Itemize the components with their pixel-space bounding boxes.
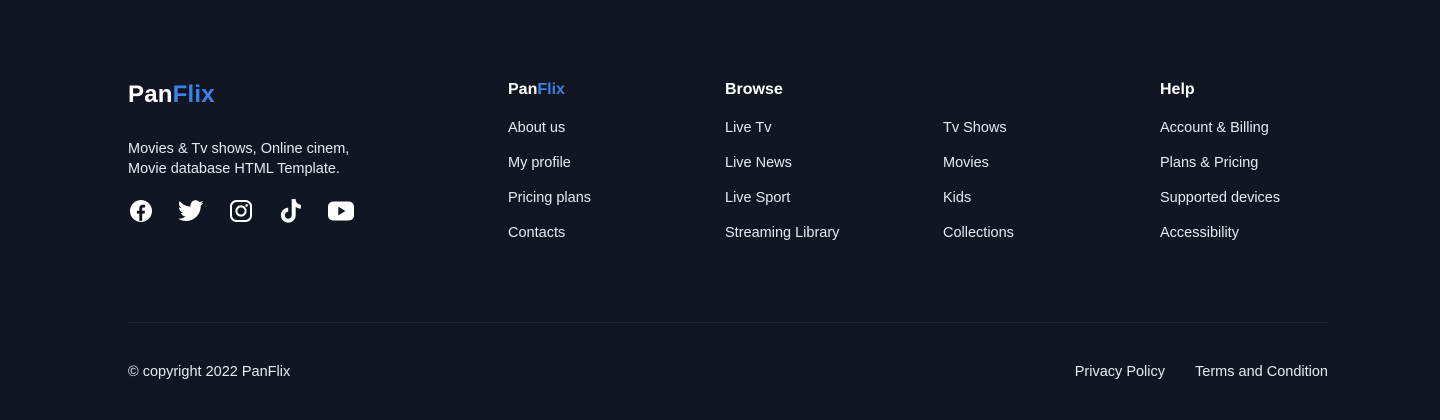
- brand-description: Movies & Tv shows, Online cinem, Movie d…: [128, 141, 350, 177]
- link-contacts[interactable]: Contacts: [508, 223, 591, 243]
- link-plans-pricing[interactable]: Plans & Pricing: [1160, 153, 1280, 173]
- site-footer: PanFlix Movies & Tv shows, Online cinem,…: [0, 0, 1440, 420]
- tiktok-icon: [280, 199, 301, 223]
- footer-column-browse: Browse Live Tv Live News Live Sport Stre…: [725, 80, 839, 258]
- column-title-flix: Flix: [537, 81, 565, 98]
- column-title-pan: Pan: [508, 81, 538, 98]
- link-tv-shows[interactable]: Tv Shows: [943, 118, 1014, 138]
- link-movies[interactable]: Movies: [943, 153, 1014, 173]
- link-collections[interactable]: Collections: [943, 223, 1014, 243]
- link-live-tv[interactable]: Live Tv: [725, 118, 839, 138]
- link-about-us[interactable]: About us: [508, 118, 591, 138]
- link-account-billing[interactable]: Account & Billing: [1160, 118, 1280, 138]
- facebook-link[interactable]: [128, 198, 154, 224]
- youtube-icon: [328, 201, 354, 221]
- social-links: [128, 198, 354, 224]
- instagram-link[interactable]: [228, 198, 254, 224]
- link-streaming-library[interactable]: Streaming Library: [725, 223, 839, 243]
- instagram-icon: [230, 200, 252, 222]
- link-list: About us My profile Pricing plans Contac…: [508, 118, 591, 243]
- twitter-link[interactable]: [178, 198, 204, 224]
- footer-divider: [128, 322, 1328, 323]
- link-my-profile[interactable]: My profile: [508, 153, 591, 173]
- footer-column-browse-more: Tv Shows Movies Kids Collections: [943, 80, 1014, 258]
- footer-column-help: Help Account & Billing Plans & Pricing S…: [1160, 80, 1280, 258]
- terms-condition-link[interactable]: Terms and Condition: [1195, 362, 1328, 382]
- link-list: Account & Billing Plans & Pricing Suppor…: [1160, 118, 1280, 243]
- link-pricing-plans[interactable]: Pricing plans: [508, 188, 591, 208]
- link-live-sport[interactable]: Live Sport: [725, 188, 839, 208]
- link-list: Tv Shows Movies Kids Collections: [943, 118, 1014, 243]
- legal-links: Privacy Policy Terms and Condition: [1075, 362, 1328, 382]
- privacy-policy-link[interactable]: Privacy Policy: [1075, 362, 1165, 382]
- logo-text-pan: Pan: [128, 81, 173, 108]
- link-live-news[interactable]: Live News: [725, 153, 839, 173]
- link-supported-devices[interactable]: Supported devices: [1160, 188, 1280, 208]
- column-title-panflix: PanFlix: [508, 80, 591, 100]
- link-accessibility[interactable]: Accessibility: [1160, 223, 1280, 243]
- footer-logo[interactable]: PanFlix: [128, 80, 215, 110]
- column-title-help: Help: [1160, 81, 1195, 98]
- tiktok-link[interactable]: [278, 198, 304, 224]
- twitter-icon: [178, 200, 204, 221]
- footer-column-panflix: PanFlix About us My profile Pricing plan…: [508, 80, 591, 258]
- column-title-spacer: [943, 80, 1014, 100]
- link-list: Live Tv Live News Live Sport Streaming L…: [725, 118, 839, 243]
- facebook-icon: [130, 200, 152, 222]
- logo-text-flix: Flix: [172, 81, 215, 108]
- link-kids[interactable]: Kids: [943, 188, 1014, 208]
- youtube-link[interactable]: [328, 198, 354, 224]
- column-title-browse: Browse: [725, 81, 783, 98]
- copyright-text: © copyright 2022 PanFlix: [128, 364, 291, 380]
